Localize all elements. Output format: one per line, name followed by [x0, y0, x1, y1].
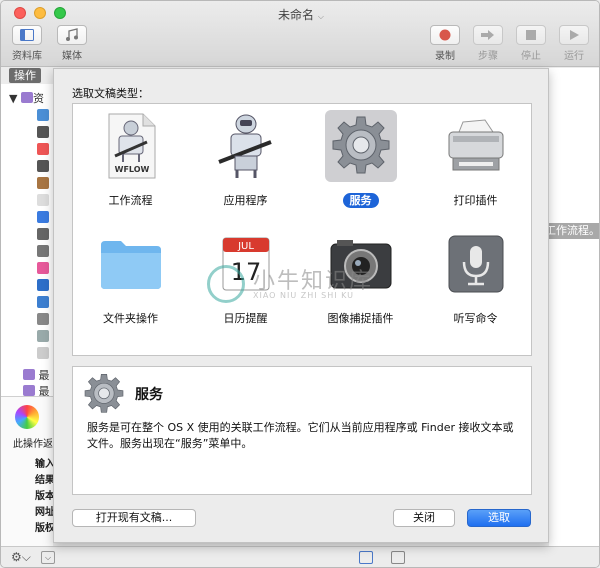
record-toolbar-label: 录制 [435, 51, 455, 62]
type-application[interactable]: 应用程序 [188, 104, 303, 222]
type-calendar-alarm-label: 日历提醒 [223, 312, 268, 325]
document-type-gallery: WFLOW 工作流程 应用程序 服务 打印插件 文件夹操作 JUL 17 日历提… [72, 103, 532, 356]
gear-icon [325, 110, 397, 182]
type-dictation-command[interactable]: 听写命令 [418, 222, 533, 340]
smart-folder-icon [23, 385, 35, 396]
utilities-icon[interactable] [37, 160, 49, 172]
result-field-label: 结果 [35, 475, 55, 486]
close-button[interactable]: 关闭 [393, 509, 455, 527]
type-service-label: 服务 [303, 192, 418, 208]
finder-icon[interactable] [37, 211, 49, 223]
library-icon [12, 25, 42, 45]
disclosure-triangle-icon[interactable]: ▼ [9, 92, 17, 105]
calendar-month: JUL [237, 241, 254, 252]
run-toolbar-button[interactable]: 运行 [556, 25, 592, 62]
stop-toolbar-button[interactable]: 停止 [513, 25, 549, 62]
stop-icon [516, 25, 546, 45]
safari-icon[interactable] [37, 109, 49, 121]
media-icon [57, 25, 87, 45]
document-icon[interactable] [37, 194, 49, 206]
movies-icon[interactable] [37, 296, 49, 308]
bottom-bar: ⚙⌵ ⌵ [1, 546, 599, 567]
type-print-plugin[interactable]: 打印插件 [418, 104, 533, 222]
photos-small-icon[interactable] [37, 313, 49, 325]
input-field-label: 输入 [35, 459, 55, 470]
type-folder-action-label: 文件夹操作 [103, 312, 158, 325]
library-toolbar-label: 资料库 [12, 51, 42, 62]
list-view-icon[interactable] [359, 551, 373, 564]
type-application-label: 应用程序 [223, 194, 268, 207]
type-image-capture-plugin-label: 图像捕捉插件 [327, 312, 394, 325]
library-toolbar-button[interactable]: 资料库 [9, 25, 45, 62]
log-view-icon[interactable] [391, 551, 405, 564]
pdf-icon[interactable] [37, 330, 49, 342]
type-print-plugin-label: 打印插件 [453, 194, 498, 207]
contacts-icon[interactable] [37, 177, 49, 189]
automator-robot-icon [210, 110, 282, 182]
calendar-small-icon[interactable] [37, 143, 49, 155]
watermark: 小牛知识库 XIAO NIU ZHI SHI KU [207, 261, 407, 309]
developer-icon[interactable] [37, 245, 49, 257]
type-workflow[interactable]: WFLOW 工作流程 [73, 104, 188, 222]
record-toolbar-button[interactable]: 录制 [427, 25, 463, 62]
library-root-row[interactable]: ▼ 资 [9, 90, 44, 106]
run-icon [559, 25, 589, 45]
stop-toolbar-label: 停止 [521, 51, 541, 62]
url-field-label: 网址 [35, 507, 55, 518]
workflow-pane [549, 68, 599, 548]
run-toolbar-label: 运行 [564, 51, 584, 62]
smart-folder-icon [23, 369, 35, 380]
title-bar: 未命名 ⌵ 资料库 媒体 录制 步骤 停止 运行 [1, 1, 599, 67]
version-field-label: 版本 [35, 491, 55, 502]
type-folder-action[interactable]: 文件夹操作 [73, 222, 188, 340]
watermark-logo-icon [207, 265, 245, 303]
presentations-icon[interactable] [37, 347, 49, 359]
printer-icon [440, 110, 512, 182]
media-toolbar-button[interactable]: 媒体 [54, 25, 90, 62]
description-title: 服务 [135, 387, 163, 403]
microphone-icon [440, 228, 512, 300]
wflow-badge: WFLOW [115, 165, 150, 174]
collapse-pane-icon[interactable]: ⌵ [41, 551, 55, 564]
description-text: 服务是可在整个 OS X 使用的关联工作流程。它们从当前应用程序或 Finder… [87, 421, 514, 450]
step-toolbar-button[interactable]: 步骤 [470, 25, 506, 62]
record-icon [430, 25, 460, 45]
folder-icon [95, 228, 167, 300]
workflow-robot-icon: WFLOW [95, 110, 167, 182]
open-existing-document-button[interactable]: 打开现有文稿... [72, 509, 196, 527]
tab-actions[interactable]: 操作 [9, 68, 41, 83]
choose-button[interactable]: 选取 [467, 509, 531, 527]
step-toolbar-label: 步骤 [478, 51, 498, 62]
description-gear-icon [83, 373, 125, 419]
media-toolbar-label: 媒体 [62, 51, 82, 62]
type-workflow-label: 工作流程 [108, 194, 153, 207]
type-service[interactable]: 服务 [303, 104, 418, 222]
action-returns-label: 此操作返 [13, 439, 53, 450]
action-description-pane: 此操作返 输入 结果 版本 网址 版权 [1, 396, 55, 546]
photos-icon [15, 405, 39, 429]
recent-row[interactable]: 最 [23, 367, 50, 383]
type-dictation-command-label: 听写命令 [453, 312, 498, 325]
chevron-down-icon: ⌵ [317, 12, 324, 21]
copyright-field-label: 版权 [35, 523, 55, 534]
step-icon [473, 25, 503, 45]
workflow-hint-bar: 工作流程。 [541, 223, 599, 239]
library-folder-icon [20, 92, 33, 103]
tools-icon[interactable] [37, 126, 49, 138]
automator-window: 未命名 ⌵ 资料库 媒体 录制 步骤 停止 运行 操作 ▼ 资 最 最 此操作返… [0, 0, 600, 568]
gear-menu-icon[interactable]: ⚙⌵ [11, 550, 31, 565]
window-title[interactable]: 未命名 ⌵ [1, 6, 599, 23]
music-icon[interactable] [37, 262, 49, 274]
watermark-subtext: XIAO NIU ZHI SHI KU [253, 291, 355, 300]
type-description-box: 服务 服务是可在整个 OS X 使用的关联工作流程。它们从当前应用程序或 Fin… [72, 366, 532, 495]
font-book-icon[interactable] [37, 228, 49, 240]
choose-type-prompt: 选取文稿类型： [72, 87, 149, 100]
mail-icon[interactable] [37, 279, 49, 291]
